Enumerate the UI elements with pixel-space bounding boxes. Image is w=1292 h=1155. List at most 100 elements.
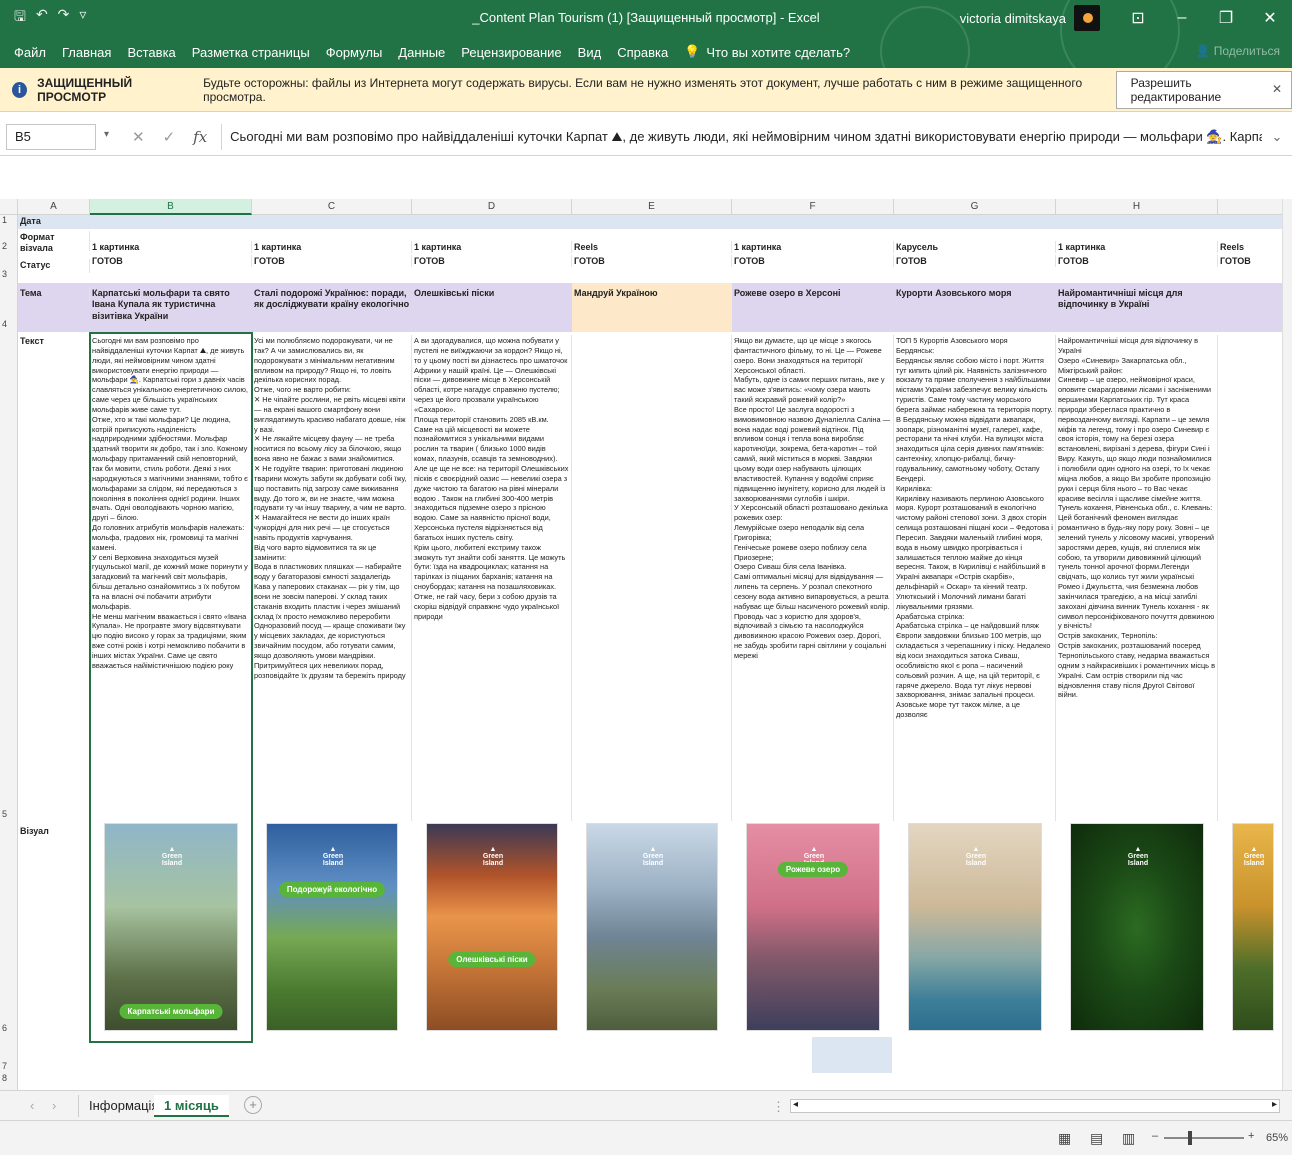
status-cell[interactable]: ГОТОВ bbox=[1218, 255, 1288, 267]
format-cell[interactable]: 1 картинка bbox=[252, 241, 412, 253]
scroll-left-icon[interactable]: ◂ bbox=[793, 1099, 798, 1110]
customize-qat-icon[interactable]: ▿ bbox=[79, 6, 86, 30]
close-icon[interactable]: ✕ bbox=[1248, 8, 1292, 28]
status-cell[interactable]: ГОТОВ bbox=[412, 255, 572, 267]
zoom-slider-thumb[interactable] bbox=[1188, 1131, 1192, 1145]
restore-icon[interactable]: ❐ bbox=[1204, 8, 1248, 28]
tab-home[interactable]: Главная bbox=[62, 45, 111, 60]
redo-icon[interactable]: ↷ bbox=[58, 6, 70, 30]
column-header-f[interactable]: F bbox=[732, 199, 894, 215]
tab-help[interactable]: Справка bbox=[617, 45, 668, 60]
zoom-out-icon[interactable]: – bbox=[1152, 1130, 1158, 1142]
text-cell[interactable]: Якщо ви думаєте, що це місце з якогось ф… bbox=[732, 335, 894, 821]
status-cell[interactable]: ГОТОВ bbox=[894, 255, 1056, 267]
visual-image[interactable]: ▲ Green Island bbox=[1070, 823, 1204, 1031]
status-cell[interactable]: ГОТОВ bbox=[252, 255, 412, 267]
status-cell[interactable]: ГОТОВ bbox=[90, 255, 252, 267]
tab-file[interactable]: Файл bbox=[14, 45, 46, 60]
text-cell[interactable]: А ви здогадувалися, що можна побувати у … bbox=[412, 335, 572, 821]
format-cell[interactable]: Reels bbox=[1218, 241, 1288, 253]
format-cell[interactable]: Reels bbox=[572, 241, 732, 253]
format-cell[interactable]: 1 картинка bbox=[412, 241, 572, 253]
tab-formulas[interactable]: Формулы bbox=[326, 45, 383, 60]
name-box[interactable]: B5 bbox=[6, 123, 109, 150]
normal-view-icon[interactable]: ▦ bbox=[1058, 1130, 1071, 1147]
column-header-h[interactable]: H bbox=[1056, 199, 1218, 215]
cancel-icon[interactable]: ✕ bbox=[132, 128, 145, 146]
status-cell[interactable]: ГОТОВ bbox=[572, 255, 732, 267]
row-header[interactable]: 7 bbox=[0, 1035, 18, 1073]
column-header-d[interactable]: D bbox=[412, 199, 572, 215]
close-icon[interactable]: ✕ bbox=[1272, 82, 1282, 96]
ribbon-display-icon[interactable]: ⊡ bbox=[1116, 8, 1160, 28]
avatar[interactable] bbox=[1074, 5, 1100, 31]
status-cell[interactable]: ГОТОВ bbox=[1056, 255, 1218, 267]
topic-cell[interactable]: Карпатські мольфари та свято Івана Купал… bbox=[90, 287, 252, 327]
save-icon[interactable]: 🖫 bbox=[14, 6, 26, 30]
format-cell[interactable]: 1 картинка bbox=[90, 241, 252, 253]
column-header-a[interactable]: A bbox=[18, 199, 90, 215]
expand-formula-icon[interactable]: ⌄ bbox=[1262, 129, 1292, 145]
insert-function-icon[interactable]: fx bbox=[193, 128, 207, 146]
status-cell[interactable]: ГОТОВ bbox=[732, 255, 894, 267]
visual-image[interactable]: ▲Green IslandРожеве озеро bbox=[746, 823, 880, 1031]
column-header-g[interactable]: G bbox=[894, 199, 1056, 215]
row-header[interactable]: 1 bbox=[0, 215, 18, 229]
share-button[interactable]: 👤 Поделиться bbox=[1195, 44, 1280, 58]
column-header-b[interactable]: B bbox=[90, 199, 252, 215]
row-header[interactable]: 8 bbox=[0, 1073, 18, 1090]
tab-review[interactable]: Рецензирование bbox=[461, 45, 561, 60]
column-header-c[interactable]: C bbox=[252, 199, 412, 215]
row-header[interactable]: 3 bbox=[0, 251, 18, 279]
visual-image[interactable]: ▲ Green Island bbox=[908, 823, 1042, 1031]
next-sheet-icon[interactable]: › bbox=[52, 1098, 56, 1113]
row-header[interactable]: 4 bbox=[0, 279, 18, 331]
scroll-right-icon[interactable]: ▸ bbox=[1272, 1099, 1277, 1110]
format-cell[interactable]: 1 картинка bbox=[1056, 241, 1218, 253]
enter-icon[interactable]: ✓ bbox=[163, 128, 176, 146]
minimize-icon[interactable]: – bbox=[1160, 9, 1204, 27]
topic-cell[interactable] bbox=[1218, 287, 1288, 327]
topic-cell[interactable]: Сталі подорожі Українює: поради, як досл… bbox=[252, 287, 412, 327]
tab-splitter-icon[interactable]: ⋮ bbox=[772, 1099, 785, 1115]
tab-page-layout[interactable]: Разметка страницы bbox=[192, 45, 310, 60]
text-cell[interactable] bbox=[1218, 335, 1288, 821]
enable-editing-button[interactable]: Разрешить редактирование bbox=[1115, 70, 1292, 109]
visual-image[interactable]: ▲ Green Island bbox=[1232, 823, 1274, 1031]
tab-insert[interactable]: Вставка bbox=[127, 45, 175, 60]
row-header[interactable]: 2 bbox=[0, 229, 18, 251]
spreadsheet-grid[interactable]: A B C D E F G H 1 2 3 4 5 6 7 8 Дата Фор… bbox=[0, 199, 1292, 1090]
row-header[interactable]: 6 bbox=[0, 821, 18, 1035]
zoom-level[interactable]: 65% bbox=[1266, 1132, 1288, 1144]
tab-view[interactable]: Вид bbox=[578, 45, 602, 60]
topic-cell[interactable]: Мандруй Україною bbox=[572, 287, 732, 327]
vertical-scrollbar[interactable] bbox=[1282, 199, 1292, 1090]
page-layout-view-icon[interactable]: ▤ bbox=[1090, 1130, 1103, 1147]
format-cell[interactable]: 1 картинка bbox=[732, 241, 894, 253]
column-header-e[interactable]: E bbox=[572, 199, 732, 215]
text-cell[interactable]: ТОП 5 Курортів Азовського моря Бердянськ… bbox=[894, 335, 1056, 821]
zoom-slider[interactable] bbox=[1164, 1137, 1244, 1139]
tell-me-input[interactable]: Что вы хотите сделать? bbox=[706, 45, 850, 60]
sheet-tab-month1[interactable]: 1 місяць bbox=[154, 1095, 229, 1117]
text-cell[interactable] bbox=[572, 335, 732, 821]
horizontal-scrollbar[interactable]: ◂ ▸ bbox=[790, 1099, 1280, 1113]
format-cell[interactable]: Карусель bbox=[894, 241, 1056, 253]
topic-cell[interactable]: Найромантичніші місця для відпочинку в У… bbox=[1056, 287, 1218, 327]
topic-cell[interactable]: Рожеве озеро в Херсоні bbox=[732, 287, 894, 327]
visual-image[interactable]: ▲ Green Island bbox=[586, 823, 718, 1031]
formula-input[interactable]: Сьогодні ми вам розповімо про найвіддале… bbox=[221, 123, 1262, 150]
topic-cell[interactable]: Курорти Азовського моря bbox=[894, 287, 1056, 327]
text-cell[interactable]: Найромантичніші місця для відпочинку в У… bbox=[1056, 335, 1218, 821]
add-sheet-icon[interactable]: + bbox=[244, 1096, 262, 1114]
page-break-view-icon[interactable]: ▥ bbox=[1122, 1130, 1135, 1147]
row-header[interactable]: 5 bbox=[0, 331, 18, 821]
topic-cell[interactable]: Олешківські піски bbox=[412, 287, 572, 327]
user-name[interactable]: victoria dimitskaya bbox=[960, 11, 1066, 26]
prev-sheet-icon[interactable]: ‹ bbox=[30, 1098, 34, 1113]
visual-image[interactable]: ▲ Green Island Подорожуй екологічно bbox=[266, 823, 398, 1031]
text-cell[interactable]: Усі ми полюбляємо подорожувати, чи не та… bbox=[252, 335, 412, 821]
select-all-corner[interactable] bbox=[0, 199, 18, 215]
undo-icon[interactable]: ↶ bbox=[36, 6, 48, 30]
tab-data[interactable]: Данные bbox=[398, 45, 445, 60]
